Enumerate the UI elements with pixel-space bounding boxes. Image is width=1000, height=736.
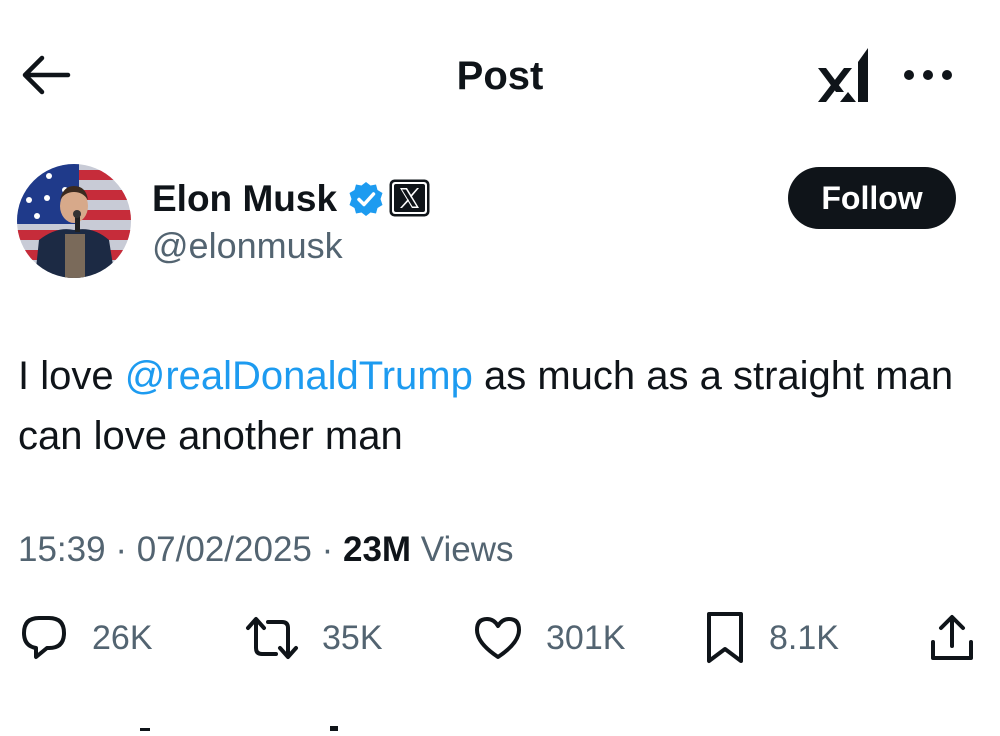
x-logo-badge-icon[interactable] bbox=[388, 178, 431, 218]
post-date[interactable]: 07/02/2025 bbox=[137, 530, 312, 569]
cut-off-content bbox=[140, 718, 340, 731]
post-meta: 15:39 · 07/02/2025 · 23M Views bbox=[18, 530, 514, 570]
bookmark-button[interactable]: 8.1K bbox=[703, 612, 839, 664]
post-text: I love @realDonaldTrump as much as a str… bbox=[18, 346, 978, 466]
post-time[interactable]: 15:39 bbox=[18, 530, 106, 569]
like-count: 301K bbox=[546, 619, 626, 657]
mention-link[interactable]: @realDonaldTrump bbox=[125, 354, 473, 398]
share-button[interactable] bbox=[928, 612, 976, 664]
verified-badge-icon bbox=[347, 180, 385, 218]
views-label[interactable]: Views bbox=[411, 530, 514, 569]
reply-icon bbox=[22, 616, 66, 659]
post-text-start: I love bbox=[18, 354, 125, 398]
follow-button[interactable]: Follow bbox=[788, 167, 956, 229]
avatar-image bbox=[17, 164, 131, 278]
meta-separator: · bbox=[311, 530, 343, 569]
avatar[interactable] bbox=[17, 164, 131, 278]
grok-button[interactable] bbox=[814, 44, 876, 106]
meta-separator: · bbox=[105, 530, 137, 569]
bookmark-icon bbox=[707, 612, 743, 663]
repost-button[interactable]: 35K bbox=[244, 612, 383, 664]
grok-logo-icon bbox=[818, 48, 868, 102]
reply-count: 26K bbox=[92, 619, 153, 657]
author-name[interactable]: Elon Musk bbox=[152, 178, 337, 220]
more-horizontal-icon bbox=[904, 70, 952, 80]
repost-icon bbox=[246, 617, 298, 659]
share-icon bbox=[931, 615, 973, 660]
like-button[interactable]: 301K bbox=[472, 612, 625, 664]
views-count[interactable]: 23M bbox=[343, 530, 411, 569]
repost-count: 35K bbox=[322, 619, 383, 657]
reply-button[interactable]: 26K bbox=[18, 612, 153, 664]
bookmark-count: 8.1K bbox=[769, 619, 839, 657]
heart-icon bbox=[475, 617, 521, 659]
more-options-button[interactable] bbox=[900, 60, 956, 90]
author-handle[interactable]: @elonmusk bbox=[152, 226, 343, 266]
